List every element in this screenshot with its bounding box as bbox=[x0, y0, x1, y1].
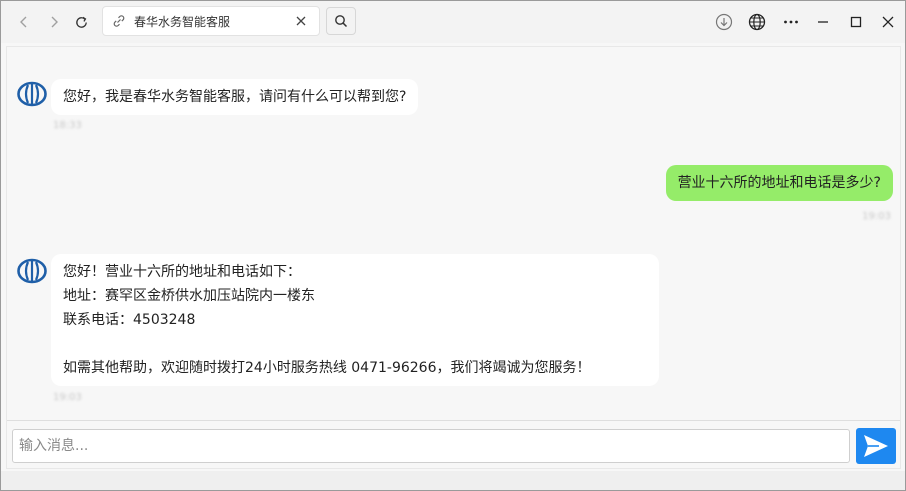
message-input[interactable] bbox=[12, 429, 850, 463]
maximize-icon bbox=[850, 16, 862, 28]
message-text: 您好！营业十六所的地址和电话如下： bbox=[63, 264, 301, 280]
minimize-icon bbox=[818, 21, 828, 23]
bot-message-bubble: 您好！营业十六所的地址和电话如下： 地址：赛罕区金桥供水加压站院内一楼东 联系电… bbox=[51, 254, 659, 386]
bot-message-bubble: 您好，我是春华水务智能客服，请问有什么可以帮到您? bbox=[51, 79, 419, 115]
message-text: 营业十六所的地址和电话是多少? bbox=[677, 175, 881, 191]
more-icon bbox=[784, 20, 798, 24]
tab-title: 春华水务智能客服 bbox=[134, 14, 231, 29]
window-close-icon bbox=[882, 16, 894, 28]
search-button[interactable] bbox=[326, 7, 356, 35]
back-button[interactable] bbox=[11, 9, 37, 35]
message-text: 您好，我是春华水务智能客服，请问有什么可以帮到您? bbox=[63, 89, 407, 105]
message-time: 18:33 bbox=[53, 120, 82, 131]
send-button[interactable] bbox=[856, 428, 896, 464]
forward-button[interactable] bbox=[41, 9, 67, 35]
user-message-bubble: 营业十六所的地址和电话是多少? bbox=[665, 165, 893, 201]
message-time: 19:03 bbox=[53, 392, 82, 403]
refresh-icon bbox=[75, 16, 87, 28]
message-text: 如需其他帮助，欢迎随时拨打24小时服务热线 0471-96266，我们将竭诚为您… bbox=[63, 360, 591, 376]
send-icon bbox=[864, 435, 888, 457]
close-icon bbox=[296, 16, 306, 26]
download-icon bbox=[715, 13, 733, 31]
globe-icon bbox=[748, 13, 766, 31]
chat-page: 您好，我是春华水务智能客服，请问有什么可以帮到您? 18:33 营业十六所的地址… bbox=[6, 46, 901, 469]
tab-chat[interactable]: 春华水务智能客服 bbox=[102, 6, 320, 36]
refresh-button[interactable] bbox=[68, 9, 94, 35]
browser-window: 春华水务智能客服 您好，我是春华水务智能客服，请问有什么可以帮到您? 18:33… bbox=[0, 0, 906, 491]
more-button[interactable] bbox=[778, 9, 804, 35]
composer bbox=[7, 420, 900, 468]
link-icon bbox=[113, 15, 125, 27]
message-list[interactable]: 您好，我是春华水务智能客服，请问有什么可以帮到您? 18:33 营业十六所的地址… bbox=[7, 47, 900, 420]
search-icon bbox=[335, 15, 348, 28]
window-bottom-edge bbox=[1, 471, 905, 490]
window-close-button[interactable] bbox=[875, 9, 901, 35]
arrow-left-icon bbox=[20, 16, 27, 28]
message-text: 联系电话：4503248 bbox=[63, 312, 196, 328]
tab-close-button[interactable] bbox=[293, 13, 309, 29]
browser-toolbar: 春华水务智能客服 bbox=[1, 1, 905, 43]
minimize-button[interactable] bbox=[810, 9, 836, 35]
message-text: 地址：赛罕区金桥供水加压站院内一楼东 bbox=[63, 288, 315, 304]
maximize-button[interactable] bbox=[843, 9, 869, 35]
water-logo-icon bbox=[17, 258, 47, 284]
download-button[interactable] bbox=[711, 9, 737, 35]
water-logo-icon bbox=[17, 81, 47, 107]
arrow-right-icon bbox=[51, 16, 58, 28]
translate-button[interactable] bbox=[744, 9, 770, 35]
message-time: 19:03 bbox=[862, 211, 891, 222]
